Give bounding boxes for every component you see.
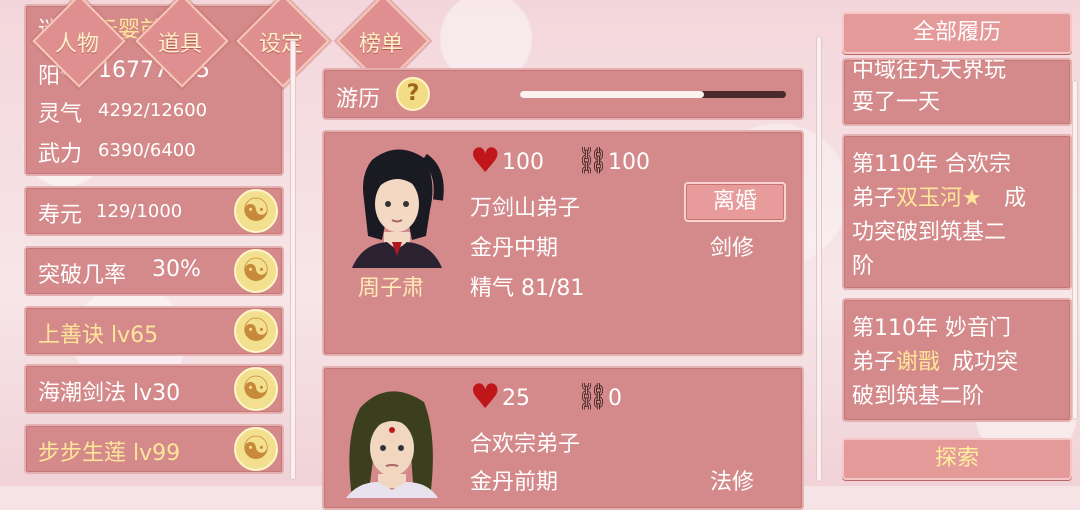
companion-bonds: 0 — [608, 386, 622, 411]
companion-realm: 金丹前期 — [470, 470, 559, 495]
companion-hearts: 100 — [502, 150, 544, 175]
history-text: 弟子 — [852, 350, 897, 375]
skill-label: 步步生莲 lv99 — [38, 441, 181, 466]
companion-path: 法修 — [710, 470, 755, 495]
companion-path: 剑修 — [710, 236, 755, 261]
skill-row[interactable]: 步步生莲 lv99 ☯ — [24, 424, 284, 474]
history-text: 第110年 合欢宗 — [852, 152, 1011, 177]
help-icon[interactable]: ? — [396, 77, 430, 111]
history-text: 成功突 — [952, 350, 1019, 375]
companion-bonds: 100 — [608, 150, 650, 175]
history-text: 功突破到筑基二 — [852, 220, 1007, 245]
lifespan-value: 129/1000 — [96, 201, 183, 222]
yin-yang-icon[interactable]: ☯ — [234, 427, 278, 471]
character-tab-label: 人物 — [54, 32, 99, 57]
history-entry: 中域往九天界玩 耍了一天 — [842, 58, 1072, 126]
skill-label: 海潮剑法 lv30 — [38, 381, 181, 406]
breakthrough-value: 30% — [152, 257, 201, 282]
companion-portrait — [346, 391, 438, 498]
spirit-label: 灵气 — [38, 102, 83, 127]
yin-yang-icon[interactable]: ☯ — [234, 249, 278, 293]
travel-progress-fill — [520, 91, 704, 98]
handcuff-icon: ⛓ — [576, 382, 610, 412]
companion-card[interactable]: ♥ 25 ⛓ 0 合欢宗弟子 金丹前期 法修 — [322, 366, 804, 510]
history-text: 耍了一天 — [852, 90, 941, 115]
spirit-value: 4292/12600 — [98, 100, 208, 121]
history-entry: 第110年 妙音门 弟子 谢戬 成功突 破到筑基二阶 — [842, 298, 1072, 422]
history-text: 中域往九天界玩 — [852, 58, 1007, 83]
companion-hearts: 25 — [502, 386, 530, 411]
companion-essence: 精气 81/81 — [470, 276, 585, 301]
breakthrough-label: 突破几率 — [38, 263, 127, 288]
yin-yang-icon[interactable]: ☯ — [234, 367, 278, 411]
companion-card[interactable]: 周子肃 ♥ 100 ⛓ 100 万剑山弟子 金丹中期 精气 81/81 离婚 剑… — [322, 130, 804, 356]
divorce-button[interactable]: 离婚 — [684, 182, 786, 222]
explore-button[interactable]: 探索 — [842, 438, 1072, 480]
travel-bar: 游历 ? — [322, 68, 804, 120]
items-tab-label: 道具 — [157, 32, 202, 57]
skill-row[interactable]: 上善诀 lv65 ☯ — [24, 306, 284, 356]
lifespan-label: 寿元 — [38, 203, 83, 228]
lifespan-row[interactable]: 寿元 129/1000 ☯ — [24, 186, 284, 236]
skill-label: 上善诀 lv65 — [38, 323, 159, 348]
force-value: 6390/6400 — [98, 140, 196, 161]
companion-realm: 金丹中期 — [470, 236, 559, 261]
heart-icon: ♥ — [470, 141, 501, 181]
history-highlight-name: 双玉河★ — [896, 186, 982, 211]
ranking-tab-label: 榜单 — [358, 32, 403, 57]
right-scrollbar[interactable] — [1072, 80, 1078, 420]
heart-icon: ♥ — [470, 377, 501, 417]
companion-sect: 万剑山弟子 — [470, 196, 581, 221]
history-text: 破到筑基二阶 — [852, 384, 985, 409]
middle-scrollbar[interactable] — [816, 36, 822, 482]
history-highlight-name: 谢戬 — [896, 350, 941, 375]
force-label: 武力 — [38, 142, 83, 167]
companion-name: 周子肃 — [358, 276, 425, 301]
history-title-button[interactable]: 全部履历 — [842, 12, 1072, 54]
travel-progress-track — [520, 91, 786, 98]
companion-sect: 合欢宗弟子 — [470, 432, 581, 457]
history-text: 阶 — [852, 254, 875, 279]
history-text: 弟子 — [852, 186, 897, 211]
settings-tab-label: 设定 — [258, 32, 303, 57]
breakthrough-row[interactable]: 突破几率 30% ☯ — [24, 246, 284, 296]
history-entry: 第110年 合欢宗 弟子 双玉河★ 成 功突破到筑基二 阶 — [842, 134, 1072, 290]
travel-label: 游历 — [336, 87, 381, 112]
handcuff-icon: ⛓ — [576, 146, 610, 176]
left-scrollbar[interactable] — [290, 40, 296, 480]
history-text: 成 — [1004, 186, 1027, 211]
history-text: 第110年 妙音门 — [852, 316, 1011, 341]
yin-yang-icon[interactable]: ☯ — [234, 189, 278, 233]
yin-yang-icon[interactable]: ☯ — [234, 309, 278, 353]
companion-portrait — [352, 149, 444, 268]
skill-row[interactable]: 海潮剑法 lv30 ☯ — [24, 364, 284, 414]
